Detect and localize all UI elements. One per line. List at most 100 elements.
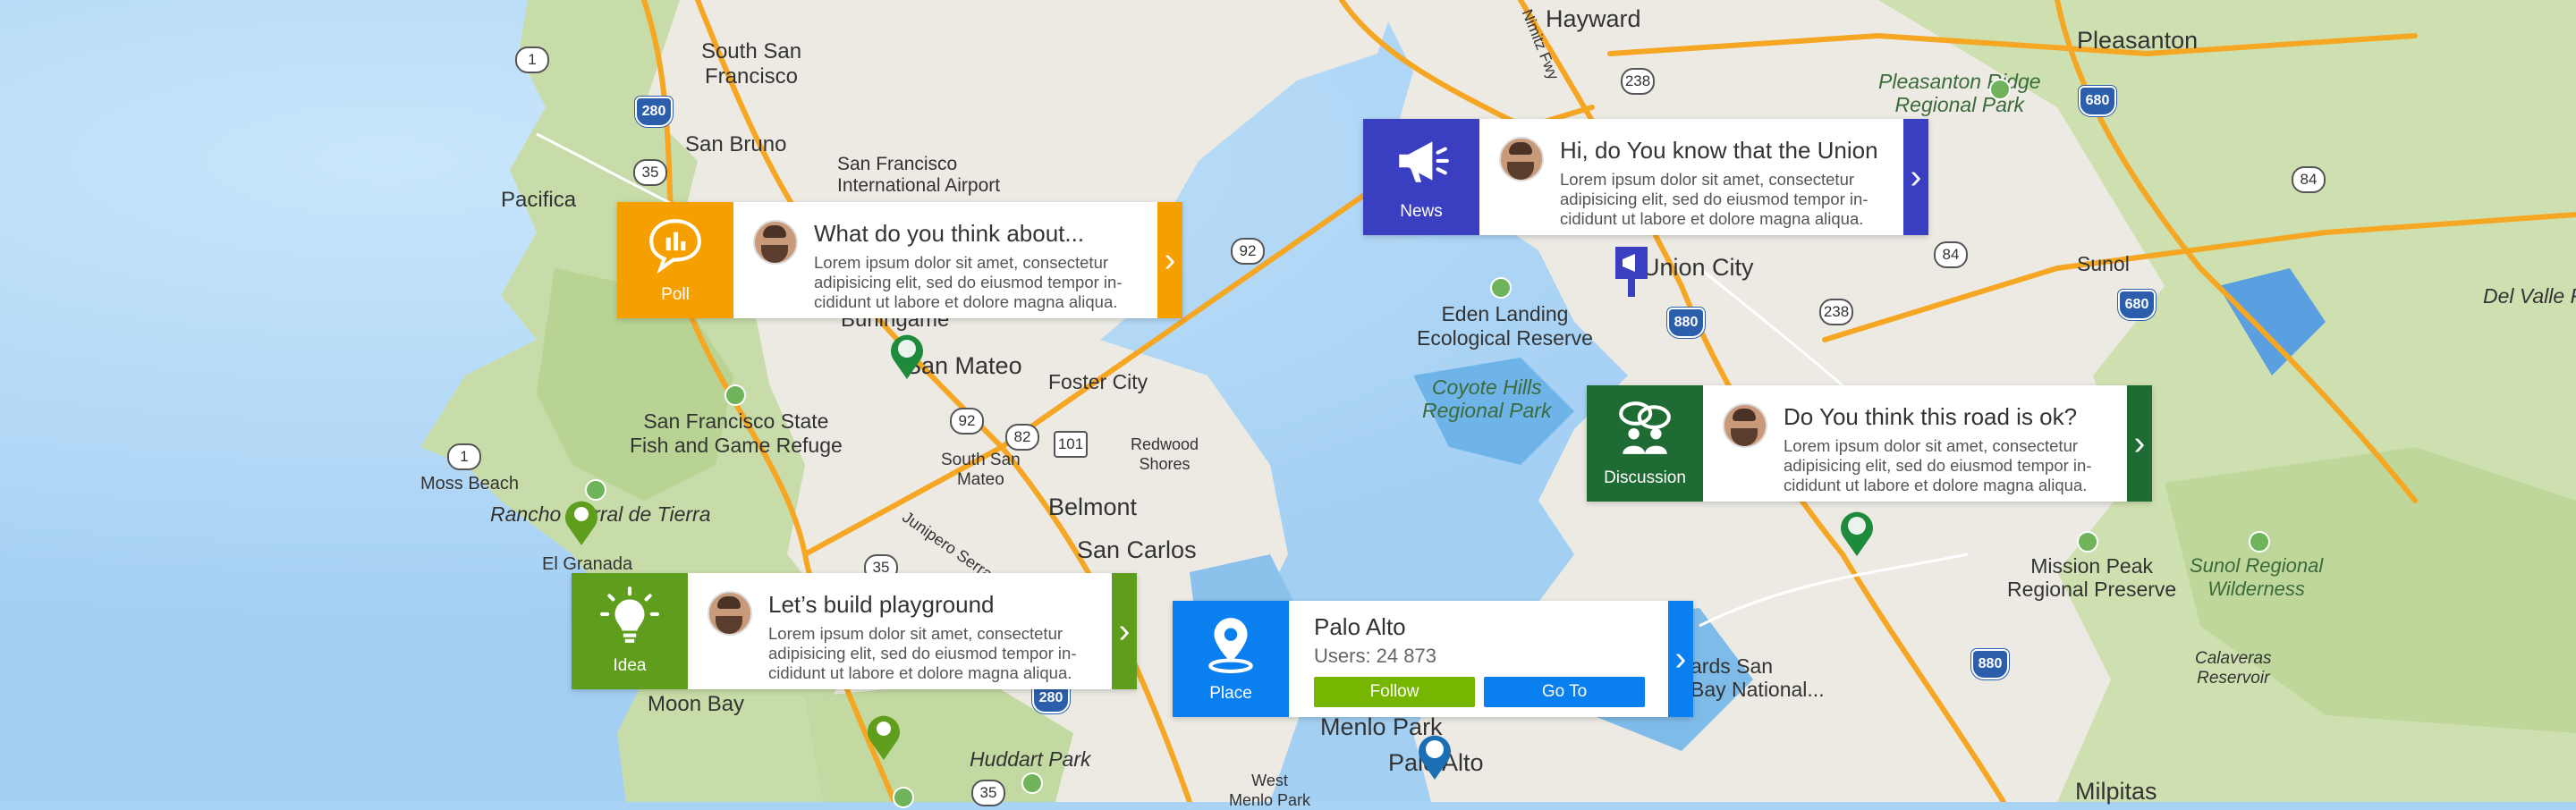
map-label-south-san-mateo: South San Mateo xyxy=(941,451,1021,489)
interstate-shield: 280 xyxy=(635,97,673,127)
discussion-pin-icon[interactable] xyxy=(887,331,927,381)
megaphone-icon xyxy=(1399,141,1449,182)
place-card[interactable]: Place Palo Alto Users: 24 873 Follow Go … xyxy=(1173,601,1693,717)
map-label-moon-bay: Moon Bay xyxy=(648,692,745,716)
poll-tile-label: Poll xyxy=(661,285,690,304)
discussion-card[interactable]: Discussion Do You think this road is ok?… xyxy=(1587,385,2152,502)
map-label-west-menlo: West Menlo Park xyxy=(1229,772,1311,809)
goto-button[interactable]: Go To xyxy=(1484,677,1645,707)
discussion-icon xyxy=(1619,401,1671,454)
poll-next-button[interactable]: › xyxy=(1157,202,1182,318)
route-shield: 84 xyxy=(2292,166,2326,193)
route-shield: 35 xyxy=(633,159,667,186)
interstate-shield: 680 xyxy=(2079,86,2116,116)
park-marker xyxy=(1021,772,1043,794)
map-label-belmont: Belmont xyxy=(1048,494,1138,520)
map-label-pacifica: Pacifica xyxy=(501,188,577,212)
idea-title: Let’s build playground xyxy=(768,591,995,618)
map-label-milpitas: Milpitas xyxy=(2075,778,2157,805)
map-label-hayward: Hayward xyxy=(1546,5,1641,32)
poll-card[interactable]: Poll What do you think about... Lorem ip… xyxy=(617,202,1182,318)
map-label-union-city: Union City xyxy=(1642,254,1754,281)
map-label-mission-peak: Mission Peak Regional Preserve xyxy=(2007,554,2177,601)
map-label-sf-state-fish: San Francisco State Fish and Game Refuge xyxy=(630,409,843,457)
poll-title: What do you think about... xyxy=(814,220,1085,247)
idea-pin-icon[interactable] xyxy=(562,497,601,547)
route-shield: 35 xyxy=(971,780,1005,806)
park-marker xyxy=(724,384,746,406)
map-label-san-carlos: San Carlos xyxy=(1077,536,1197,563)
park-marker xyxy=(2249,531,2270,553)
idea-text: Lorem ipsum dolor sit amet, consectetur … xyxy=(768,624,1077,682)
map-label-pleasanton-ridge: Pleasanton Ridge Regional Park xyxy=(1878,70,2041,116)
news-tile-label: News xyxy=(1400,202,1443,221)
idea-next-button[interactable]: › xyxy=(1112,573,1137,689)
route-shield: 1 xyxy=(447,443,481,470)
idea-tile[interactable]: Idea xyxy=(572,573,688,689)
poll-icon xyxy=(649,219,701,274)
avatar xyxy=(1723,403,1767,448)
news-next-button[interactable]: › xyxy=(1903,119,1928,235)
route-shield: 82 xyxy=(1005,424,1039,451)
park-marker xyxy=(893,787,914,808)
map-label-calaveras: Calaveras Reservoir xyxy=(2195,649,2272,688)
map-label-south-san-francisco: South San Francisco xyxy=(700,39,802,89)
place-users: Users: 24 873 xyxy=(1314,645,1436,667)
map-label-sunol: Sunol xyxy=(2077,252,2130,275)
route-shield: 1 xyxy=(515,46,549,73)
avatar xyxy=(708,591,752,636)
map-label-san-bruno: San Bruno xyxy=(685,132,787,156)
idea-card[interactable]: Idea Let’s build playground Lorem ipsum … xyxy=(572,573,1137,689)
park-marker xyxy=(1490,277,1512,299)
map-label-edwards: ards San Bay National... xyxy=(1690,654,1825,701)
route-shield: 101 xyxy=(1054,431,1088,458)
map-label-eden-landing: Eden Landing Ecological Reserve xyxy=(1417,302,1593,350)
poll-tile[interactable]: Poll xyxy=(617,202,733,318)
discussion-next-button[interactable]: › xyxy=(2127,385,2152,502)
discussion-pin-icon[interactable] xyxy=(1837,508,1877,558)
place-title: Palo Alto xyxy=(1314,613,1406,640)
avatar xyxy=(753,220,798,265)
idea-tile-label: Idea xyxy=(613,656,647,675)
route-shield: 238 xyxy=(1621,68,1655,95)
map-label-del-valle: Del Valle R xyxy=(2483,284,2576,308)
discussion-tile-label: Discussion xyxy=(1604,468,1686,487)
map-label-coyote-hills: Coyote Hills Regional Park xyxy=(1422,375,1552,422)
idea-pin-icon[interactable] xyxy=(864,712,903,762)
news-title: Hi, do You know that the Union xyxy=(1560,137,1878,164)
news-card[interactable]: News Hi, do You know that the Union Lore… xyxy=(1363,119,1928,235)
news-text: Lorem ipsum dolor sit amet, consectetur … xyxy=(1560,170,1868,228)
place-tile-label: Place xyxy=(1209,684,1252,703)
lightbulb-icon xyxy=(600,586,659,643)
map-label-pleasanton: Pleasanton xyxy=(2077,27,2199,54)
map-label-el-granada: El Granada xyxy=(542,554,633,574)
route-shield: 92 xyxy=(950,408,984,435)
route-shield: 238 xyxy=(1819,299,1853,325)
chevron-right-icon: › xyxy=(1164,240,1176,279)
route-shield: 84 xyxy=(1934,241,1968,268)
discussion-text: Lorem ipsum dolor sit amet, consectetur … xyxy=(1784,436,2092,494)
news-pin-icon[interactable] xyxy=(1614,247,1649,300)
map-label-huddart: Huddart Park xyxy=(970,747,1091,771)
place-tile[interactable]: Place xyxy=(1173,601,1289,717)
discussion-title: Do You think this road is ok? xyxy=(1784,403,2078,430)
park-marker xyxy=(2077,531,2098,553)
interstate-shield: 680 xyxy=(2118,290,2156,320)
follow-button[interactable]: Follow xyxy=(1314,677,1475,707)
avatar xyxy=(1499,137,1544,181)
map-label-moss-beach: Moss Beach xyxy=(420,474,520,494)
chevron-right-icon: › xyxy=(1910,157,1922,196)
location-pin-icon xyxy=(1208,618,1253,673)
map-label-sfo: San Francisco International Airport xyxy=(837,154,1001,196)
place-pin-icon[interactable] xyxy=(1415,731,1454,781)
chevron-right-icon: › xyxy=(1674,639,1687,678)
news-tile[interactable]: News xyxy=(1363,119,1479,235)
discussion-tile[interactable]: Discussion xyxy=(1587,385,1703,502)
park-marker xyxy=(1989,79,2011,100)
poll-text: Lorem ipsum dolor sit amet, consectetur … xyxy=(814,253,1123,311)
route-shield: 92 xyxy=(1231,238,1265,265)
chevron-right-icon: › xyxy=(1118,612,1131,650)
map-label-redwood-shores: Redwood Shores xyxy=(1131,435,1199,473)
place-next-button[interactable]: › xyxy=(1668,601,1693,717)
chevron-right-icon: › xyxy=(2133,424,2146,462)
